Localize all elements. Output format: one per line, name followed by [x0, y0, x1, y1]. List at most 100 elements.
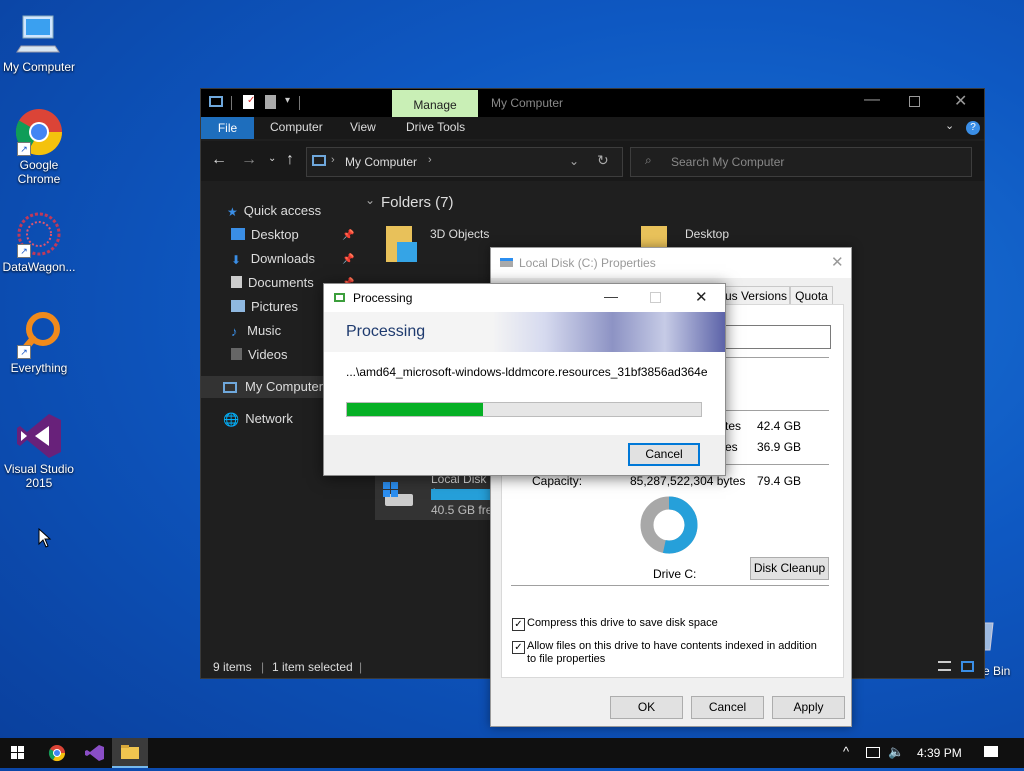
windows-drive-icon: [381, 480, 415, 510]
disk-cleanup-button[interactable]: Disk Cleanup: [750, 557, 829, 580]
datawagon-icon: ↗: [15, 210, 63, 258]
properties-title-bar: Local Disk (C:) Properties ✕: [491, 248, 851, 278]
address-bar[interactable]: › My Computer › ⌄ ↻: [306, 147, 623, 177]
desktop-icon-everything[interactable]: ↗ Everything: [1, 311, 77, 375]
index-checkbox[interactable]: ✓: [512, 641, 525, 654]
desktop-icon-my-computer[interactable]: My Computer: [1, 10, 77, 74]
network-tray-icon[interactable]: [866, 747, 880, 758]
recent-locations-icon[interactable]: ⌄: [268, 153, 276, 164]
cancel-button[interactable]: Cancel: [691, 696, 764, 719]
action-center-icon[interactable]: [984, 746, 998, 757]
divider: [725, 410, 829, 411]
desktop-folder-icon: [231, 228, 245, 240]
refresh-icon[interactable]: ↻: [597, 152, 609, 169]
minimize-button[interactable]: —: [864, 91, 880, 109]
up-arrow-icon[interactable]: ↑: [286, 151, 294, 169]
address-text[interactable]: My Computer: [345, 155, 417, 169]
nav-item-documents[interactable]: Documents: [231, 272, 314, 294]
manage-tab[interactable]: Manage: [392, 90, 478, 118]
desktop-icon-visual-studio[interactable]: Visual Studio 2015: [1, 412, 77, 490]
taskbar-visual-studio[interactable]: [76, 738, 112, 768]
nav-item-music[interactable]: ♪ Music: [231, 320, 281, 342]
processing-heading: Processing: [346, 323, 426, 340]
status-separator: |: [359, 660, 363, 674]
folder-desktop[interactable]: Desktop: [638, 222, 778, 248]
shortcut-arrow-icon: ↗: [17, 244, 31, 258]
show-hidden-icons-chevron[interactable]: ^: [843, 744, 849, 759]
close-button[interactable]: ✕: [695, 288, 708, 306]
qat-separator: [299, 96, 300, 110]
disk-usage-donut: [640, 496, 698, 554]
tab-drive-tools[interactable]: Drive Tools: [406, 120, 465, 134]
breadcrumb-chevron-icon: ›: [331, 154, 335, 166]
folder-label: 3D Objects: [430, 227, 490, 241]
nav-item-videos[interactable]: Videos: [231, 344, 288, 366]
taskbar-file-explorer[interactable]: [112, 738, 148, 768]
nav-item-my-computer[interactable]: My Computer: [201, 376, 326, 398]
progress-bar: [346, 402, 702, 417]
nav-item-pictures[interactable]: Pictures: [231, 296, 298, 318]
processing-title-bar: Processing — ✕: [324, 284, 725, 312]
qat-dropdown-icon[interactable]: ▾: [285, 95, 290, 106]
processing-file-path: ...\amd64_microsoft-windows-lddmcore.res…: [346, 365, 708, 379]
close-button[interactable]: ✕: [954, 91, 967, 111]
folder-label: Desktop: [685, 227, 730, 241]
new-folder-qat-icon[interactable]: [265, 95, 276, 109]
nav-item-downloads[interactable]: ⬇ Downloads: [231, 248, 315, 270]
search-input[interactable]: ⌕ Search My Computer: [630, 147, 972, 177]
help-icon[interactable]: ?: [966, 121, 980, 135]
forward-arrow-icon[interactable]: →: [241, 151, 257, 169]
free-space-bytes: es: [725, 440, 738, 454]
videos-icon: [231, 348, 242, 360]
chrome-icon: ↗: [15, 108, 63, 156]
tab-view[interactable]: View: [350, 120, 376, 134]
desktop-icon-label: Google Chrome: [17, 158, 61, 186]
maximize-button[interactable]: [909, 96, 920, 107]
properties-check-icon: ✓: [247, 95, 256, 106]
volume-icon[interactable]: 🔈: [888, 744, 904, 760]
minimize-button[interactable]: —: [604, 288, 618, 304]
section-header: Folders (7): [381, 194, 454, 211]
tab-quota[interactable]: Quota: [790, 286, 833, 304]
used-space-arc: [662, 496, 698, 554]
back-arrow-icon[interactable]: ←: [211, 151, 227, 169]
drive-local-disk-c[interactable]: Local Disk ( 40.5 GB free: [375, 470, 499, 520]
cancel-button[interactable]: Cancel: [628, 443, 700, 466]
compress-label: Compress this drive to save disk space: [527, 617, 718, 629]
ribbon-expand-icon[interactable]: ⌄: [945, 119, 954, 132]
section-chevron-icon[interactable]: ⌄: [365, 193, 375, 207]
nav-label: Music: [247, 323, 282, 338]
windows-logo-icon: [11, 746, 24, 759]
desktop-icon-datawagon[interactable]: ↗ DataWagon...: [1, 210, 77, 274]
drive-usage-bar: [431, 489, 491, 500]
ok-button[interactable]: OK: [610, 696, 683, 719]
start-button[interactable]: [0, 738, 36, 768]
visual-studio-icon: [15, 412, 63, 460]
close-button[interactable]: ✕: [831, 253, 844, 271]
window-title: My Computer: [491, 96, 564, 110]
compress-checkbox[interactable]: ✓: [512, 618, 525, 631]
nav-quick-access[interactable]: ★ Quick access: [227, 200, 321, 222]
drive-free-text: 40.5 GB free: [431, 503, 500, 517]
address-dropdown-icon[interactable]: ⌄: [569, 154, 579, 168]
desktop-icon-label: DataWagon...: [2, 260, 76, 274]
divider: [511, 585, 829, 586]
capacity-bytes: 85,287,522,304 bytes: [630, 474, 746, 488]
taskbar-chrome[interactable]: [40, 738, 76, 768]
clock-time[interactable]: 4:39 PM: [917, 746, 962, 760]
pictures-icon: [231, 300, 245, 312]
tab-computer[interactable]: Computer: [270, 120, 323, 134]
nav-item-desktop[interactable]: Desktop: [231, 224, 299, 246]
nav-label: Documents: [248, 275, 314, 290]
taskbar: ^ 🔈 4:39 PM: [0, 738, 1024, 768]
dialog-title: Local Disk (C:) Properties: [519, 256, 656, 270]
apply-button[interactable]: Apply: [772, 696, 845, 719]
details-view-icon[interactable]: [938, 661, 951, 671]
nav-network[interactable]: 🌐 Network: [223, 408, 293, 430]
cube-3d-icon: [397, 242, 417, 262]
tab-file[interactable]: File: [201, 117, 254, 139]
tiles-view-icon[interactable]: [961, 661, 974, 672]
drive-name-input[interactable]: [723, 325, 831, 349]
desktop-icon-google-chrome[interactable]: ↗ Google Chrome: [1, 108, 77, 186]
ribbon-tabs: File Computer View Drive Tools ⌄ ?: [201, 117, 984, 139]
